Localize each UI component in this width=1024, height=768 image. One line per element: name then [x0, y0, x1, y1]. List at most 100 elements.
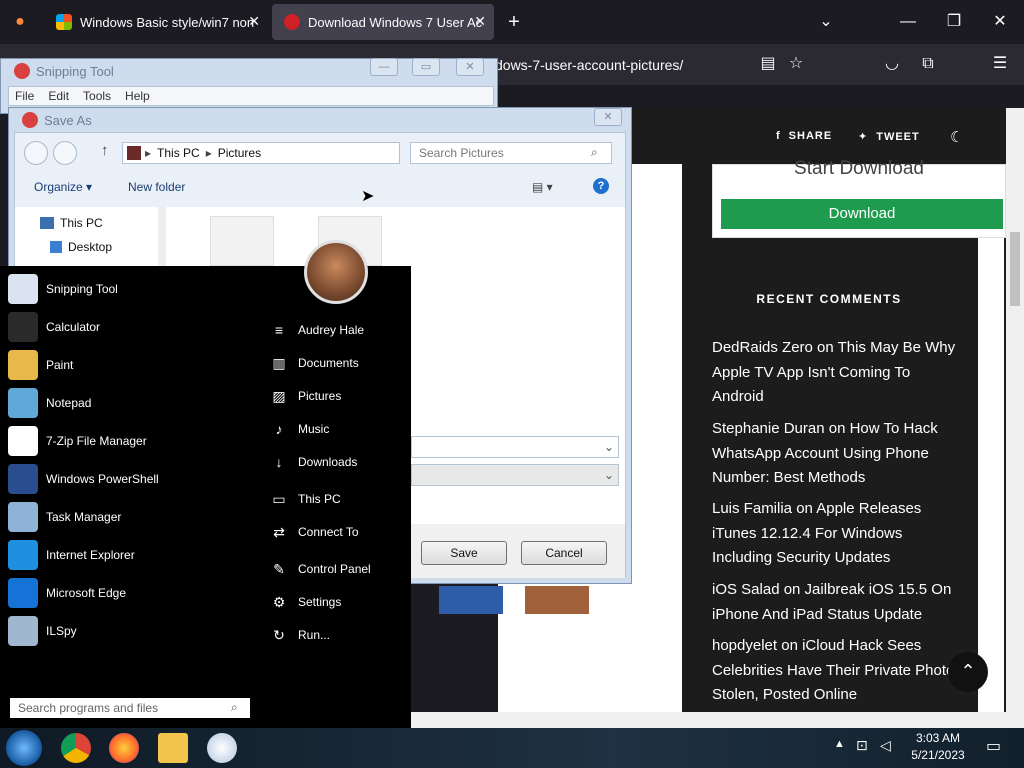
start-place-item[interactable]: ▭ This PC: [270, 489, 340, 509]
start-button[interactable]: [6, 730, 42, 766]
place-icon: ⚙: [272, 593, 286, 610]
firefox-icon[interactable]: ●: [8, 10, 32, 34]
tab-windows-basic-style[interactable]: Windows Basic style/win7 non ✕: [44, 0, 268, 44]
vertical-scrollbar[interactable]: [1006, 108, 1024, 712]
site-favicon-icon: [284, 14, 300, 30]
start-program-item[interactable]: Internet Explorer: [8, 539, 135, 571]
taskbar-clock[interactable]: 3:03 AM 5/21/2023: [900, 730, 976, 764]
view-options-icon[interactable]: ▤ ▾: [532, 180, 553, 194]
place-icon: ⇄: [273, 523, 285, 540]
pocket-icon[interactable]: ◡: [880, 52, 904, 76]
volume-muted-icon[interactable]: ◁: [880, 737, 891, 754]
scroll-to-top-button[interactable]: ⌃: [948, 652, 988, 692]
start-place-item[interactable]: ♪ Music: [270, 419, 330, 439]
back-button[interactable]: [24, 141, 48, 165]
extensions-icon[interactable]: ⧉: [916, 52, 940, 76]
breadcrumb-pictures[interactable]: Pictures: [218, 146, 261, 160]
close-button[interactable]: ✕: [594, 108, 622, 126]
show-hidden-icons-chevron-icon[interactable]: ▲: [834, 738, 845, 750]
help-icon[interactable]: ?: [593, 178, 609, 194]
file-thumbnail[interactable]: [210, 216, 274, 266]
close-button[interactable]: ✕: [456, 58, 484, 76]
dark-mode-toggle-icon[interactable]: ☾: [950, 128, 963, 146]
file-explorer-taskbar-icon[interactable]: [158, 733, 188, 763]
up-arrow-icon[interactable]: ↑: [101, 142, 109, 159]
minimize-icon[interactable]: —: [896, 10, 920, 34]
comment-link[interactable]: hopdyelet on iCloud Hack Sees Celebritie…: [712, 634, 962, 708]
tree-scrollbar[interactable]: [158, 207, 166, 267]
thumbnail-image[interactable]: [525, 586, 589, 614]
bookmark-star-icon[interactable]: ☆: [784, 52, 808, 76]
start-program-item[interactable]: Windows PowerShell: [8, 463, 159, 495]
start-search-input[interactable]: Search programs and files: [10, 698, 250, 718]
new-folder-button[interactable]: New folder: [128, 180, 185, 194]
breadcrumb-this-pc[interactable]: This PC: [157, 146, 200, 160]
start-program-item[interactable]: Notepad: [8, 387, 91, 419]
maximize-button[interactable]: ▭: [412, 58, 440, 76]
chrome-taskbar-icon[interactable]: [61, 733, 91, 763]
search-input[interactable]: Search Pictures: [410, 142, 612, 164]
menu-help[interactable]: Help: [125, 89, 150, 103]
menu-hamburger-icon[interactable]: ☰: [988, 52, 1012, 76]
list-tabs-chevron-icon[interactable]: ⌄: [814, 10, 838, 34]
save-as-titlebar[interactable]: Save As: [22, 112, 92, 128]
start-place-item[interactable]: ↻ Run...: [270, 625, 330, 645]
comment-link[interactable]: Stephanie Duran on How To Hack WhatsApp …: [712, 417, 962, 491]
start-program-item[interactable]: Snipping Tool: [8, 273, 118, 305]
comment-link[interactable]: iOS Salad on Jailbreak iOS 15.5 On iPhon…: [712, 578, 962, 627]
tree-item-desktop[interactable]: Desktop: [50, 240, 112, 254]
cancel-button[interactable]: Cancel: [521, 541, 607, 565]
place-label: Control Panel: [298, 562, 371, 576]
start-program-item[interactable]: Microsoft Edge: [8, 577, 126, 609]
start-place-item[interactable]: ≡ Audrey Hale: [270, 320, 364, 340]
forward-button[interactable]: [53, 141, 77, 165]
tab-download-windows7[interactable]: Download Windows 7 User Ac ✕: [272, 4, 494, 40]
start-program-item[interactable]: Calculator: [8, 311, 100, 343]
close-tab-icon[interactable]: ✕: [248, 13, 260, 30]
menu-file[interactable]: File: [15, 89, 34, 103]
snipping-tool-titlebar[interactable]: Snipping Tool: [14, 63, 114, 79]
download-button[interactable]: Download: [721, 199, 1003, 229]
scrollbar-thumb[interactable]: [1010, 232, 1020, 306]
tweet-button[interactable]: ✦ TWEET: [858, 130, 920, 144]
comment-link[interactable]: DedRaids Zero on This May Be Why Apple T…: [712, 336, 962, 410]
start-program-item[interactable]: ILSpy: [8, 615, 77, 647]
reader-view-icon[interactable]: ▤: [756, 52, 780, 76]
comment-link[interactable]: Luis Familia on Apple Releases iTunes 12…: [712, 497, 962, 571]
organize-button[interactable]: Organize ▾: [34, 180, 92, 194]
close-window-icon[interactable]: ✕: [988, 10, 1012, 34]
start-place-item[interactable]: ↓ Downloads: [270, 452, 358, 472]
tab-label: Windows Basic style/win7 non: [80, 14, 255, 30]
new-tab-button[interactable]: +: [502, 10, 526, 34]
horizontal-scrollbar[interactable]: [411, 712, 1024, 728]
mouse-cursor-icon: ➤: [361, 188, 375, 205]
start-place-item[interactable]: ▨ Pictures: [270, 386, 341, 406]
save-type-combo[interactable]: ⌄: [411, 464, 619, 486]
program-label: Microsoft Edge: [46, 586, 127, 600]
close-tab-icon[interactable]: ✕: [474, 13, 486, 30]
restore-icon[interactable]: ❐: [942, 10, 966, 34]
start-place-item[interactable]: ▥ Documents: [270, 353, 358, 373]
minimize-button[interactable]: —: [370, 58, 398, 76]
thumbnail-image[interactable]: [439, 586, 503, 614]
file-name-combo[interactable]: ⌄: [411, 436, 619, 458]
save-button[interactable]: Save: [421, 541, 507, 565]
snipping-tool-menubar: File Edit Tools Help: [8, 86, 494, 106]
menu-edit[interactable]: Edit: [48, 89, 69, 103]
start-program-item[interactable]: 7-Zip File Manager: [8, 425, 147, 457]
menu-tools[interactable]: Tools: [83, 89, 111, 103]
snipping-tool-taskbar-icon[interactable]: [207, 733, 237, 763]
start-place-item[interactable]: ✎ Control Panel: [270, 559, 371, 579]
place-icon: ▨: [272, 387, 286, 404]
start-place-item[interactable]: ⚙ Settings: [270, 592, 342, 612]
start-program-item[interactable]: Paint: [8, 349, 73, 381]
firefox-taskbar-icon[interactable]: [109, 733, 139, 763]
share-button[interactable]: f SHARE: [776, 130, 832, 142]
tree-item-this-pc[interactable]: This PC: [40, 216, 103, 230]
address-breadcrumb[interactable]: ▸ This PC ▸ Pictures: [122, 142, 400, 164]
start-program-item[interactable]: Task Manager: [8, 501, 121, 533]
start-place-item[interactable]: ⇄ Connect To: [270, 522, 358, 542]
user-avatar[interactable]: [304, 240, 368, 304]
network-icon[interactable]: ⊡: [856, 737, 868, 754]
notifications-icon[interactable]: ▭: [986, 736, 1001, 756]
